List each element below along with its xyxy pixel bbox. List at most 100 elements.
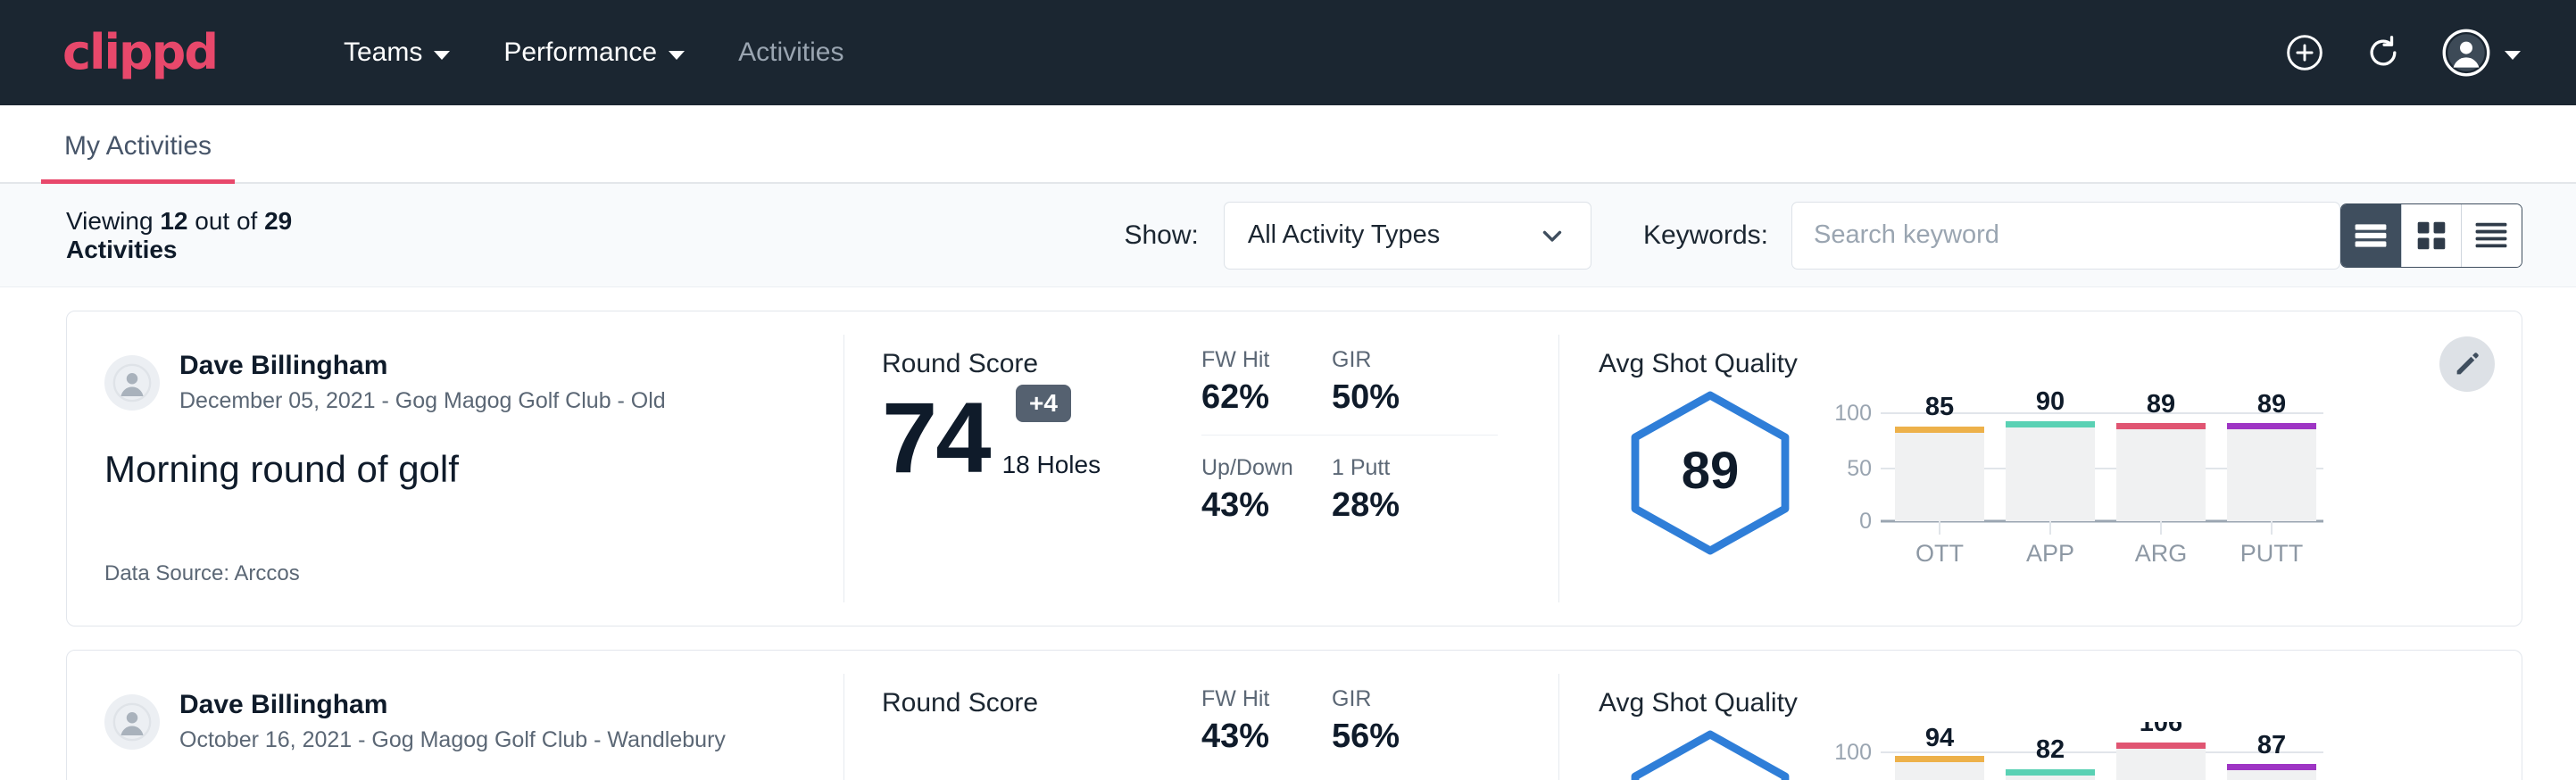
add-circle-icon[interactable]	[2285, 33, 2324, 72]
hexagon-icon	[1621, 727, 1799, 780]
stat-gir: GIR 50%	[1332, 347, 1462, 417]
round-score-label: Round Score	[882, 349, 1166, 379]
activity-player: Dave Billingham October 16, 2021 - Gog M…	[104, 688, 843, 755]
stat-label: Up/Down	[1201, 455, 1332, 481]
bar-cap-ott	[1895, 756, 1984, 762]
viewing-prefix: Viewing	[66, 207, 160, 235]
round-score-value-row: 74 +4 18 Holes	[882, 388, 1166, 488]
nav-item-teams[interactable]: Teams	[317, 37, 477, 68]
bar-cap-arg	[2116, 743, 2206, 749]
stat-value: 43%	[1201, 718, 1332, 756]
avatar	[104, 355, 160, 411]
player-name: Dave Billingham	[179, 349, 666, 383]
bar-category-putt: PUTT	[2240, 540, 2304, 567]
bar-cap-putt	[2227, 423, 2316, 429]
activity-meta: December 05, 2021 - Gog Magog Golf Club …	[179, 386, 666, 417]
activity-summary: Dave Billingham December 05, 2021 - Gog …	[67, 311, 843, 626]
avg-shot-quality-block: Avg Shot Quality 89 100 50 0	[1559, 311, 2522, 626]
nav-item-activities[interactable]: Activities	[711, 37, 870, 68]
viewing-mid: out of	[187, 207, 264, 235]
bar-value-arg: 106	[2140, 722, 2182, 737]
nav-item-performance[interactable]: Performance	[477, 37, 711, 68]
avg-shot-quality-body: 100 50 0 94 OTT 82 APP	[1599, 722, 2522, 780]
stats-divider	[1201, 435, 1498, 436]
stats-row-1: FW Hit 62% GIR 50%	[1201, 347, 1558, 417]
stat-label: FW Hit	[1201, 686, 1332, 712]
y-tick-100: 100	[1834, 401, 1872, 426]
bar-cap-ott	[1895, 427, 1984, 433]
bar-value-ott: 94	[1925, 724, 1954, 752]
player-text-block: Dave Billingham December 05, 2021 - Gog …	[179, 349, 666, 416]
activity-card[interactable]: Dave Billingham December 05, 2021 - Gog …	[66, 311, 2522, 626]
stats-grid: FW Hit 62% GIR 50% Up/Down 43% 1 Putt 28…	[1166, 311, 1558, 626]
stat-value: 50%	[1332, 378, 1462, 417]
bar-cap-arg	[2116, 423, 2206, 429]
chevron-down-icon	[669, 51, 685, 60]
top-navigation-bar: clippd Teams Performance Activities	[0, 0, 2576, 105]
shot-quality-value: 89	[1599, 383, 1822, 558]
stat-fw-hit: FW Hit 43%	[1201, 686, 1332, 756]
viewing-count-text: Viewing 12 out of 29 Activities	[66, 207, 378, 264]
shot-quality-hexagon	[1599, 722, 1822, 780]
avg-shot-quality-block: Avg Shot Quality 100 50 0	[1559, 651, 2522, 780]
tab-my-activities[interactable]: My Activities	[41, 131, 235, 184]
bar-value-app: 90	[2036, 387, 2065, 416]
bar-value-ott: 85	[1925, 393, 1954, 421]
activity-summary: Dave Billingham October 16, 2021 - Gog M…	[67, 651, 843, 780]
player-name: Dave Billingham	[179, 688, 726, 722]
activity-data-source: Data Source: Arccos	[104, 561, 300, 586]
clippd-logo[interactable]: clippd	[62, 29, 217, 77]
chevron-down-icon	[1537, 220, 1567, 251]
shot-quality-hexagon: 89	[1599, 383, 1822, 558]
stats-row-2: Up/Down 43% 1 Putt 28%	[1201, 455, 1558, 525]
bar-category-app: APP	[2026, 540, 2074, 567]
avg-shot-quality-body: 89 100 50 0 85 OTT	[1599, 383, 2522, 570]
y-tick-0: 0	[1859, 509, 1872, 534]
player-text-block: Dave Billingham October 16, 2021 - Gog M…	[179, 688, 726, 755]
nav-item-teams-label: Teams	[344, 37, 422, 68]
edit-activity-button[interactable]	[2439, 336, 2495, 392]
activity-type-select[interactable]: All Activity Types	[1224, 202, 1591, 270]
stat-value: 56%	[1332, 718, 1462, 756]
bar-category-ott: OTT	[1915, 540, 1964, 567]
compact-view-toggle[interactable]	[2462, 204, 2522, 267]
stat-label: GIR	[1332, 686, 1462, 712]
stat-label: 1 Putt	[1332, 455, 1462, 481]
activity-card-list: Dave Billingham December 05, 2021 - Gog …	[0, 287, 2576, 780]
bar-cap-app	[2006, 421, 2095, 427]
grid-view-toggle[interactable]	[2402, 204, 2462, 267]
stats-grid: FW Hit 43% GIR 56%	[1166, 651, 1558, 780]
nav-item-activities-label: Activities	[738, 37, 843, 68]
stat-up-down: Up/Down 43%	[1201, 455, 1332, 525]
primary-nav-links: Teams Performance Activities	[317, 37, 870, 68]
shot-quality-bar-chart: 100 50 0 94 OTT 82 APP	[1822, 722, 2522, 780]
holes-played: 18 Holes	[1002, 451, 1101, 479]
stat-label: FW Hit	[1201, 347, 1332, 373]
bar-app	[2006, 425, 2095, 521]
view-mode-toggle-group	[2340, 203, 2522, 268]
activity-card[interactable]: Dave Billingham October 16, 2021 - Gog M…	[66, 650, 2522, 780]
round-score-value: 74	[882, 388, 990, 488]
nav-action-icons	[2285, 29, 2521, 77]
round-score-block: Round Score	[844, 651, 1166, 780]
pencil-icon	[2452, 349, 2482, 379]
refresh-icon[interactable]	[2364, 33, 2403, 72]
bar-arg	[2116, 427, 2206, 521]
nav-item-performance-label: Performance	[503, 37, 657, 68]
bar-cap-putt	[2227, 764, 2316, 770]
account-menu[interactable]	[2442, 29, 2521, 77]
y-tick-100: 100	[1834, 740, 1872, 765]
activity-player: Dave Billingham December 05, 2021 - Gog …	[104, 349, 843, 416]
bar-value-arg: 89	[2147, 390, 2175, 419]
activity-meta: October 16, 2021 - Gog Magog Golf Club -…	[179, 726, 726, 756]
y-tick-50: 50	[1847, 456, 1872, 481]
avatar	[104, 694, 160, 750]
filter-toolbar: Viewing 12 out of 29 Activities Show: Al…	[0, 184, 2576, 287]
chevron-down-icon	[434, 51, 450, 60]
list-view-toggle[interactable]	[2341, 204, 2401, 267]
chevron-down-icon	[2505, 51, 2521, 60]
bar-ott	[1895, 759, 1984, 780]
stat-label: GIR	[1332, 347, 1462, 373]
search-input[interactable]	[1791, 202, 2340, 270]
round-score-label: Round Score	[882, 688, 1166, 718]
